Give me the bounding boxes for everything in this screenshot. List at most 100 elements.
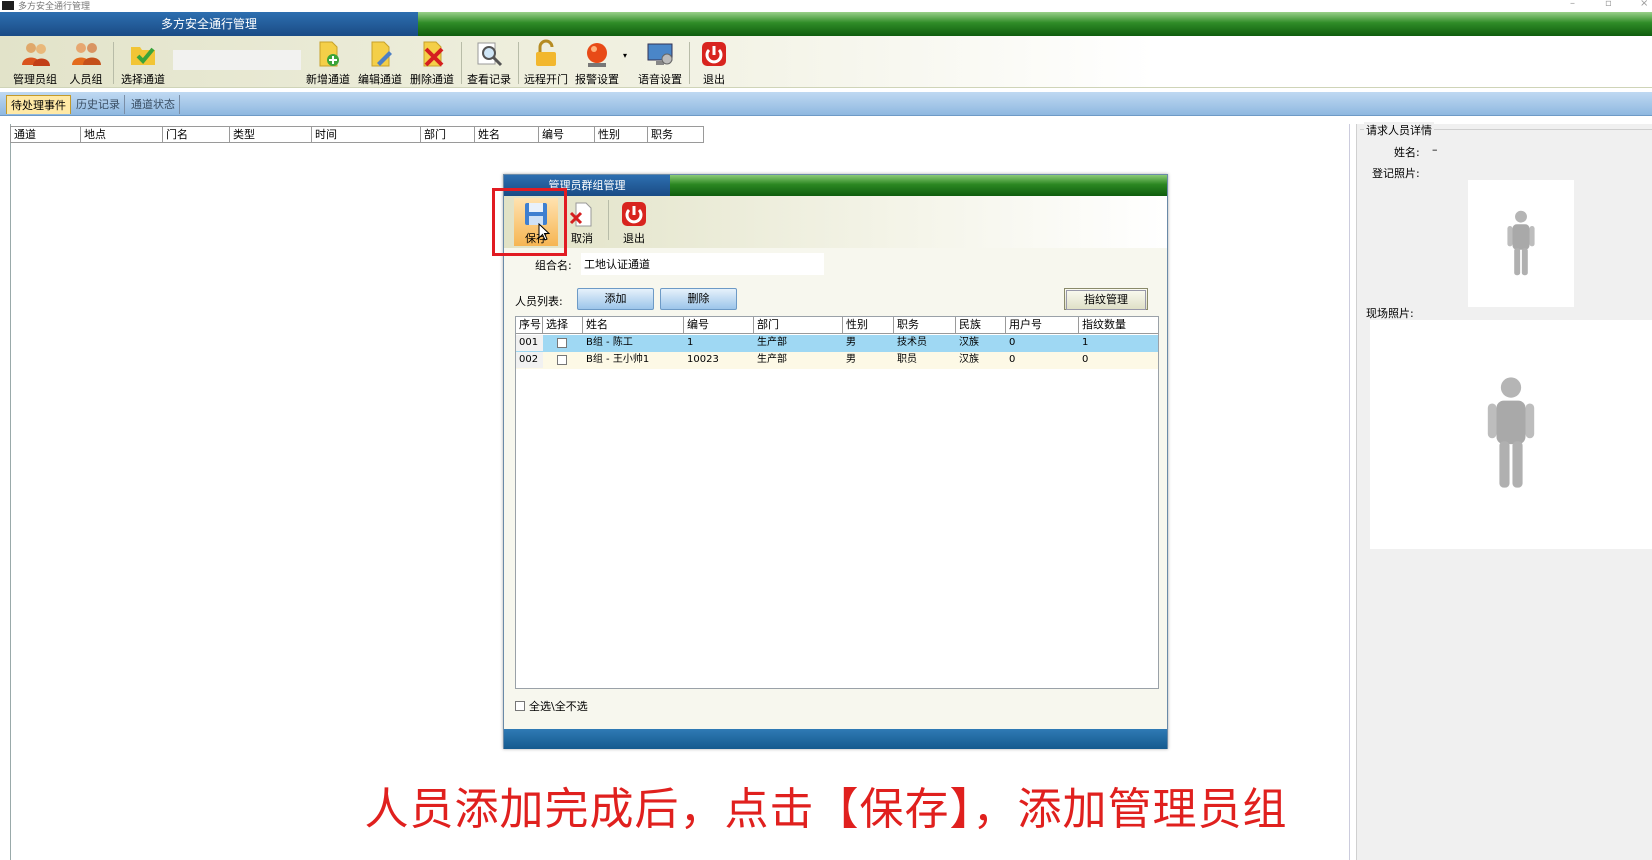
col-seq[interactable]: 序号 bbox=[516, 317, 543, 333]
col-person-dept[interactable]: 部门 bbox=[754, 317, 843, 333]
dialog-caption: 管理员群组管理 bbox=[504, 175, 1167, 196]
live-photo-label: 现场照片: bbox=[1366, 307, 1414, 320]
view-records-button[interactable]: 查看记录 bbox=[465, 36, 513, 88]
view-records-label: 查看记录 bbox=[467, 73, 511, 86]
fingerprint-manage-button[interactable]: 指纹管理 bbox=[1064, 288, 1148, 310]
dialog-toolbar-separator bbox=[608, 200, 609, 240]
row-seq: 002 bbox=[516, 352, 543, 368]
exit-label: 退出 bbox=[703, 73, 725, 86]
col-channel[interactable]: 通道 bbox=[11, 127, 81, 142]
row-name: B组 - 王小帅1 bbox=[586, 354, 650, 365]
users-icon bbox=[22, 43, 50, 66]
power-icon bbox=[702, 42, 726, 66]
alarm-dropdown-arrow[interactable]: ▾ bbox=[623, 51, 627, 60]
main-toolbar: 管理员组 人员组 选择通道 新增通道 编辑通道 删除通道 查看记录 远程开门 报… bbox=[0, 36, 1652, 88]
person-list-label: 人员列表: bbox=[515, 295, 563, 308]
edit-channel-label: 编辑通道 bbox=[358, 73, 402, 86]
row-number: 10023 bbox=[687, 354, 719, 365]
col-fingerprint-count[interactable]: 指纹数量 bbox=[1079, 317, 1158, 333]
delete-channel-button[interactable]: 删除通道 bbox=[408, 36, 456, 88]
alarm-settings-button[interactable]: 报警设置 bbox=[574, 36, 620, 88]
delete-button[interactable]: 删除 bbox=[660, 288, 737, 310]
event-grid-header: 通道 地点 门名 类型 时间 部门 姓名 编号 性别 职务 bbox=[10, 126, 704, 143]
detail-group-title: 请求人员详情 bbox=[1364, 122, 1434, 138]
close-button[interactable]: × bbox=[1640, 0, 1648, 9]
col-name[interactable]: 姓名 bbox=[475, 127, 539, 142]
row-fingerprint-count: 0 bbox=[1082, 354, 1089, 365]
alarm-settings-label: 报警设置 bbox=[575, 73, 619, 86]
tab-channel-status[interactable]: 通道状态 bbox=[127, 95, 180, 114]
person-silhouette-icon bbox=[1487, 377, 1535, 488]
dialog-footer bbox=[504, 729, 1167, 749]
mouse-cursor-icon bbox=[538, 223, 550, 241]
exit-button[interactable]: 退出 bbox=[694, 36, 734, 88]
col-type[interactable]: 类型 bbox=[230, 127, 312, 142]
delete-document-icon bbox=[423, 41, 444, 67]
dialog-exit-button[interactable]: 退出 bbox=[614, 198, 654, 246]
channel-name-field bbox=[173, 50, 301, 70]
tab-history[interactable]: 历史记录 bbox=[72, 95, 125, 114]
group-name-label: 组合名: bbox=[535, 259, 572, 272]
col-select[interactable]: 选择 bbox=[543, 317, 583, 333]
minimize-button[interactable]: – bbox=[1570, 0, 1575, 9]
caption-title-text: 多方安全通行管理 bbox=[160, 17, 257, 31]
row-title: 职员 bbox=[897, 354, 917, 365]
col-time[interactable]: 时间 bbox=[312, 127, 421, 142]
detail-name-value: – bbox=[1432, 143, 1438, 156]
tutorial-subtitle: 人员添加完成后，点击【保存】，添加管理员组 bbox=[364, 784, 1288, 835]
toolbar-separator bbox=[518, 42, 519, 84]
col-person-ethnic[interactable]: 民族 bbox=[956, 317, 1006, 333]
row-ethnic: 汉族 bbox=[959, 354, 979, 365]
col-person-number[interactable]: 编号 bbox=[684, 317, 754, 333]
col-gender[interactable]: 性别 bbox=[595, 127, 648, 142]
admin-group-button[interactable]: 管理员组 bbox=[10, 36, 60, 88]
add-button[interactable]: 添加 bbox=[577, 288, 654, 310]
row-title: 技术员 bbox=[897, 337, 927, 348]
power-icon bbox=[622, 202, 646, 226]
edit-channel-button[interactable]: 编辑通道 bbox=[356, 36, 404, 88]
col-door-name[interactable]: 门名 bbox=[163, 127, 230, 142]
dialog-exit-label: 退出 bbox=[623, 232, 645, 245]
tab-pending-events[interactable]: 待处理事件 bbox=[6, 95, 71, 114]
col-department[interactable]: 部门 bbox=[421, 127, 475, 142]
add-channel-label: 新增通道 bbox=[306, 73, 350, 86]
group-name-input[interactable] bbox=[581, 253, 824, 275]
caption-title: 多方安全通行管理 bbox=[0, 12, 418, 36]
person-group-label: 人员组 bbox=[69, 73, 103, 86]
edit-document-icon bbox=[371, 41, 392, 67]
col-user-number[interactable]: 用户号 bbox=[1006, 317, 1079, 333]
add-channel-button[interactable]: 新增通道 bbox=[305, 36, 351, 88]
col-person-gender[interactable]: 性别 bbox=[843, 317, 894, 333]
row-select-checkbox[interactable] bbox=[557, 355, 567, 365]
person-list-header: 序号 选择 姓名 编号 部门 性别 职务 民族 用户号 指纹数量 bbox=[516, 317, 1158, 334]
person-silhouette-icon bbox=[1507, 210, 1535, 276]
table-row[interactable]: 001 B组 - 陈工 1 生产部 男 技术员 汉族 0 1 bbox=[516, 335, 1158, 352]
select-all-label: 全选\全不选 bbox=[529, 700, 588, 713]
select-all-checkbox[interactable] bbox=[515, 701, 525, 711]
window-title: 多方安全通行管理 bbox=[18, 2, 91, 12]
col-position[interactable]: 职务 bbox=[648, 127, 703, 142]
remote-open-label: 远程开门 bbox=[524, 73, 568, 86]
col-person-name[interactable]: 姓名 bbox=[583, 317, 684, 333]
voice-settings-button[interactable]: 语音设置 bbox=[636, 36, 684, 88]
toolbar-separator bbox=[689, 42, 690, 84]
person-group-button[interactable]: 人员组 bbox=[64, 36, 108, 88]
select-all-toggle[interactable]: 全选\全不选 bbox=[515, 698, 588, 714]
col-person-title[interactable]: 职务 bbox=[894, 317, 956, 333]
col-location[interactable]: 地点 bbox=[81, 127, 163, 142]
voice-settings-label: 语音设置 bbox=[638, 73, 682, 86]
window-titlebar: 多方安全通行管理 – ▫ × bbox=[0, 0, 1652, 12]
col-number[interactable]: 编号 bbox=[539, 127, 595, 142]
dialog-toolbar: 保存 取消 退出 bbox=[504, 196, 1167, 248]
select-channel-button[interactable]: 选择通道 bbox=[118, 36, 168, 88]
magnifier-icon bbox=[477, 42, 503, 67]
row-select-checkbox[interactable] bbox=[557, 338, 567, 348]
row-fingerprint-count: 1 bbox=[1082, 337, 1089, 348]
cancel-button[interactable]: 取消 bbox=[562, 198, 602, 246]
table-row[interactable]: 002 B组 - 王小帅1 10023 生产部 男 职员 汉族 0 0 bbox=[516, 352, 1158, 369]
add-document-icon bbox=[319, 41, 339, 67]
remote-open-button[interactable]: 远程开门 bbox=[522, 36, 570, 88]
row-dept: 生产部 bbox=[757, 354, 787, 365]
maximize-button[interactable]: ▫ bbox=[1605, 0, 1612, 9]
cancel-label: 取消 bbox=[571, 232, 593, 245]
